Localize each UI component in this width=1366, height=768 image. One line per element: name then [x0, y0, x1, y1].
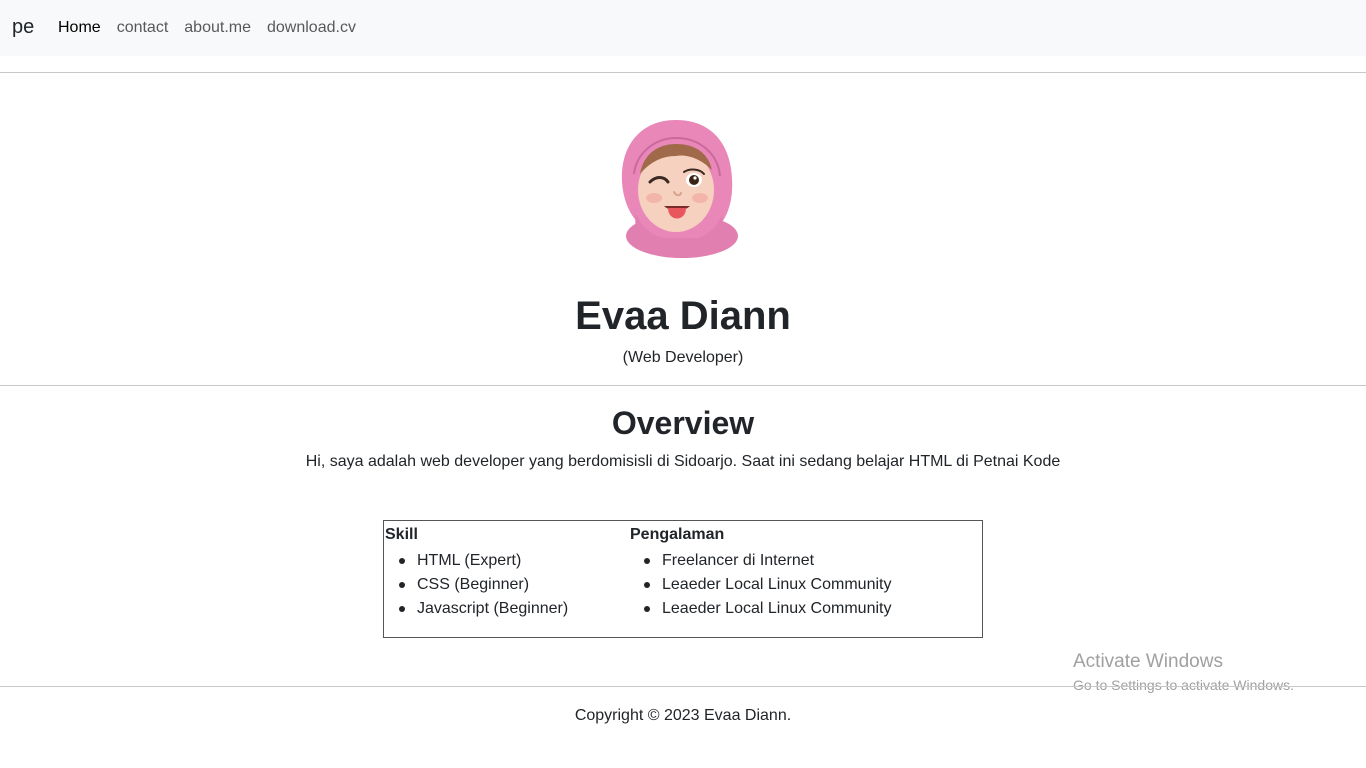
skill-column: Skill HTML (Expert) CSS (Beginner) Javas… — [385, 525, 568, 621]
watermark-title: Activate Windows — [1073, 651, 1223, 672]
nav-link-home[interactable]: Home — [58, 18, 101, 38]
watermark-subtitle: Go to Settings to activate Windows. — [1073, 677, 1294, 693]
skill-list: HTML (Expert) CSS (Beginner) Javascript … — [385, 549, 568, 621]
nav-link-about[interactable]: about.me — [184, 18, 251, 38]
overview-title: Overview — [611, 405, 755, 441]
list-item: HTML (Expert) — [385, 549, 568, 573]
divider-bottom — [0, 686, 1366, 687]
list-item: CSS (Beginner) — [385, 573, 568, 597]
experience-title: Pengalaman — [630, 526, 725, 543]
memoji-avatar-icon — [614, 114, 738, 262]
info-table: Skill HTML (Expert) CSS (Beginner) Javas… — [383, 520, 983, 638]
skill-title: Skill — [385, 526, 418, 543]
experience-list: Freelancer di Internet Leaeder Local Lin… — [630, 549, 891, 621]
nav-link-contact[interactable]: contact — [117, 18, 169, 38]
list-item: Leaeder Local Linux Community — [630, 597, 891, 621]
navbar-brand[interactable]: pe — [12, 16, 34, 39]
list-item: Javascript (Beginner) — [385, 597, 568, 621]
nav-links: Home contact about.me download.cv — [58, 18, 372, 38]
divider-middle — [0, 385, 1366, 386]
profile-name: Evaa Diann — [575, 294, 791, 338]
nav-link-download[interactable]: download.cv — [267, 18, 356, 38]
navbar: pe Home contact about.me download.cv — [0, 0, 1366, 56]
experience-column: Pengalaman Freelancer di Internet Leaede… — [630, 525, 891, 621]
divider-top — [0, 72, 1366, 73]
footer-copyright: Copyright © 2023 Evaa Diann. — [574, 707, 792, 724]
list-item: Freelancer di Internet — [630, 549, 891, 573]
profile-role: (Web Developer) — [622, 349, 744, 366]
list-item: Leaeder Local Linux Community — [630, 573, 891, 597]
activate-windows-watermark: Activate Windows Go to Settings to activ… — [1073, 651, 1294, 695]
overview-text: Hi, saya adalah web developer yang berdo… — [305, 453, 1061, 470]
